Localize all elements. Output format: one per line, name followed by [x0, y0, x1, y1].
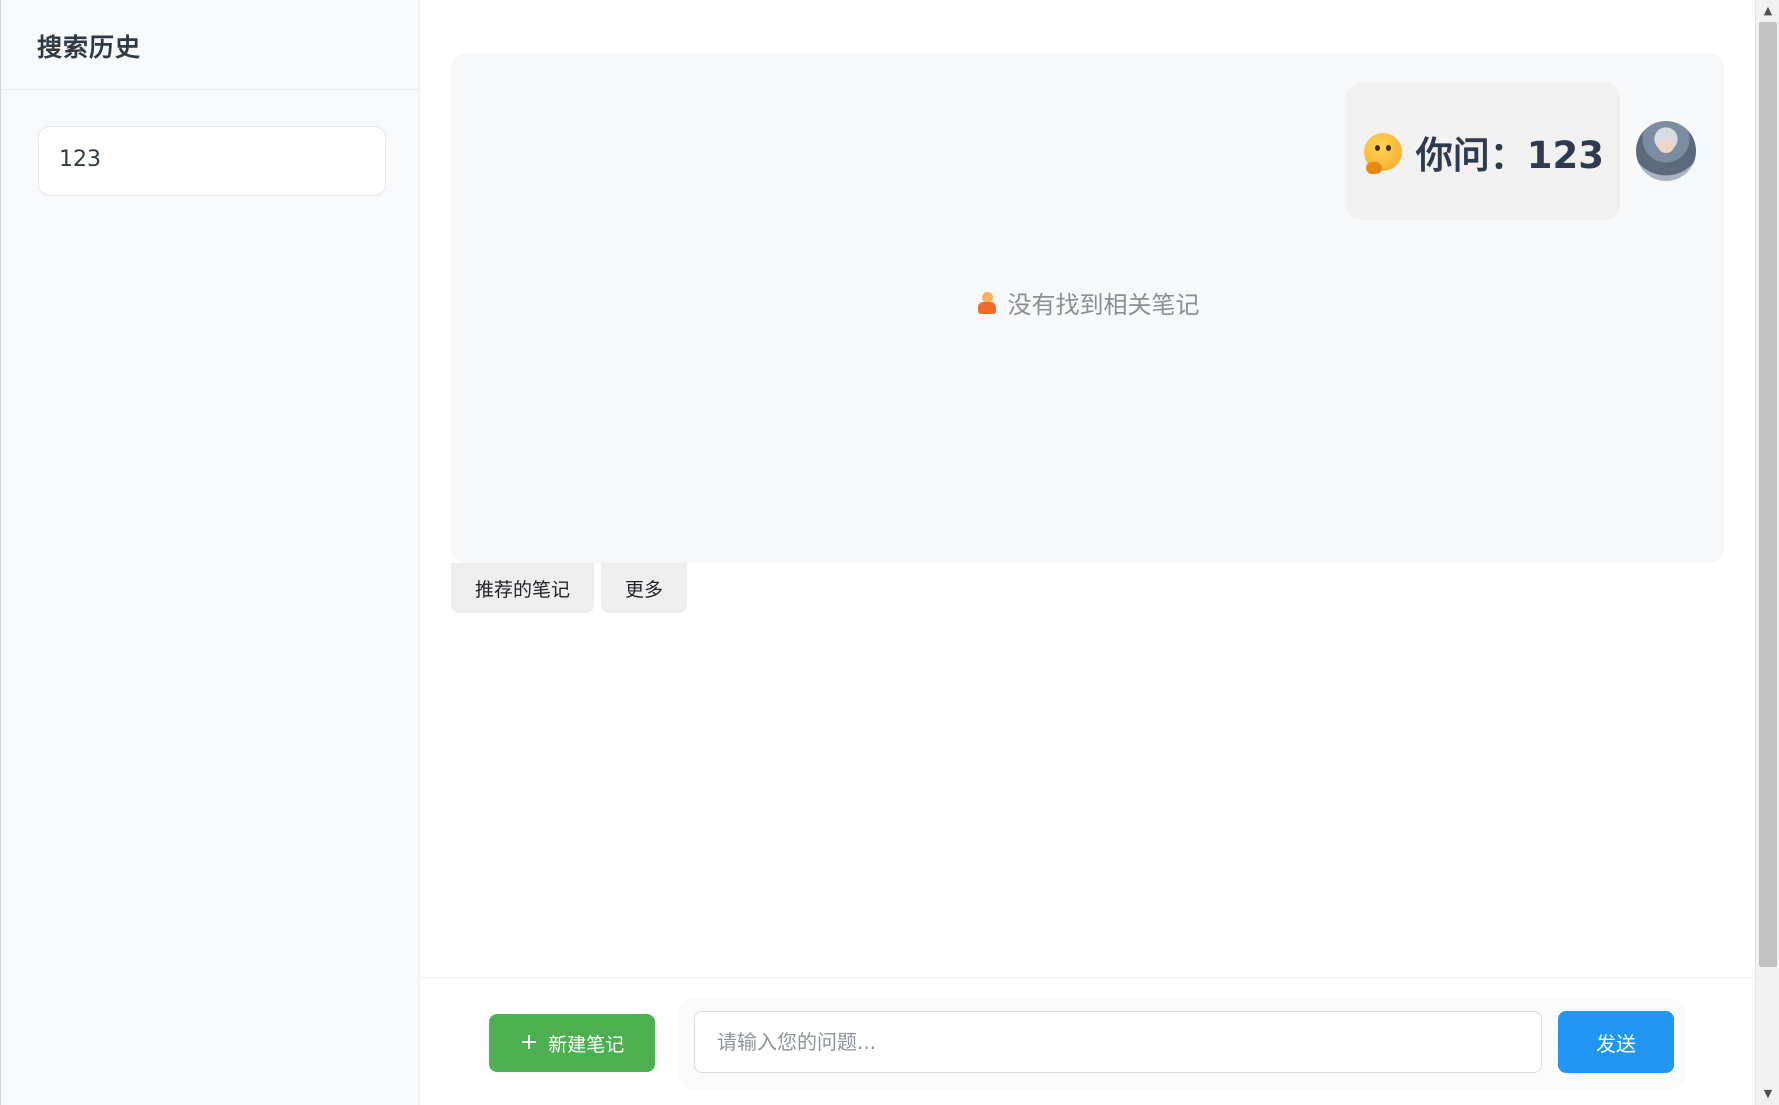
scroll-up-icon[interactable]: ▲: [1756, 0, 1779, 22]
question-text: 你问：123: [1415, 133, 1604, 177]
more-button[interactable]: 更多: [601, 563, 688, 613]
question-input-container: 发送: [677, 998, 1687, 1090]
shrug-icon: [976, 291, 998, 314]
new-note-button[interactable]: + 新建笔记: [489, 1014, 655, 1072]
scroll-thumb[interactable]: [1759, 22, 1777, 967]
sidebar-header: 搜索历史: [1, 0, 419, 90]
vertical-scrollbar[interactable]: ▲ ▼: [1755, 0, 1779, 1105]
send-button[interactable]: 发送: [1558, 1011, 1674, 1073]
question-input[interactable]: [694, 1011, 1542, 1073]
sidebar: 搜索历史 123: [0, 0, 420, 1105]
new-note-label: 新建笔记: [548, 1033, 625, 1056]
thinking-face-icon: [1363, 132, 1402, 174]
scroll-down-icon[interactable]: ▼: [1756, 1083, 1779, 1105]
empty-state-text: 没有找到相关笔记: [1007, 291, 1200, 319]
sidebar-title: 搜索历史: [37, 33, 142, 62]
note-tabs: 推荐的笔记 更多: [451, 563, 688, 613]
bottom-bar: + 新建笔记 发送: [421, 977, 1755, 1105]
recommended-notes-button[interactable]: 推荐的笔记: [451, 563, 595, 613]
question-bubble: 你问：123: [1345, 83, 1620, 220]
app-window: 搜索历史 123 你问：123 没有找到相关笔记 推荐的笔记 更多 + 新建笔记…: [0, 0, 1779, 1105]
chat-panel: 你问：123 没有找到相关笔记: [451, 53, 1724, 563]
avatar: [1636, 121, 1696, 181]
empty-state: 没有找到相关笔记: [451, 285, 1724, 320]
history-item[interactable]: 123: [38, 126, 386, 196]
plus-icon: +: [519, 1030, 539, 1055]
main-area: 你问：123 没有找到相关笔记 推荐的笔记 更多 + 新建笔记 发送: [421, 0, 1755, 1105]
